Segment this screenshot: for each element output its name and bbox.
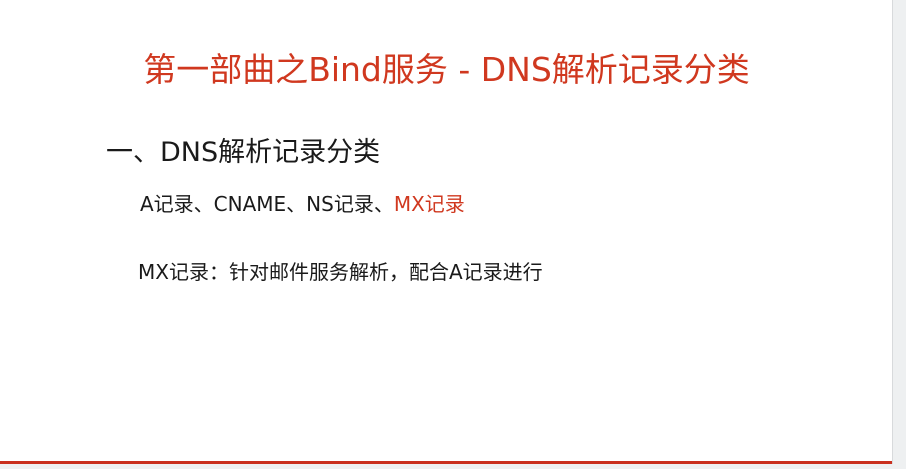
slide-title: 第一部曲之Bind服务 - DNS解析记录分类 bbox=[143, 50, 750, 89]
bottom-edge-margin bbox=[0, 464, 906, 469]
record-types-plain: A记录、CNAME、NS记录、 bbox=[140, 192, 394, 216]
mx-description: MX记录：针对邮件服务解析，配合A记录进行 bbox=[138, 260, 543, 284]
section-heading: 一、DNS解析记录分类 bbox=[106, 137, 381, 168]
record-types-highlight: MX记录 bbox=[393, 192, 465, 216]
slide: 第一部曲之Bind服务 - DNS解析记录分类 一、DNS解析记录分类 A记录、… bbox=[0, 0, 906, 469]
record-types-line: A记录、CNAME、NS记录、MX记录 bbox=[140, 189, 465, 219]
right-edge-margin bbox=[893, 0, 906, 469]
